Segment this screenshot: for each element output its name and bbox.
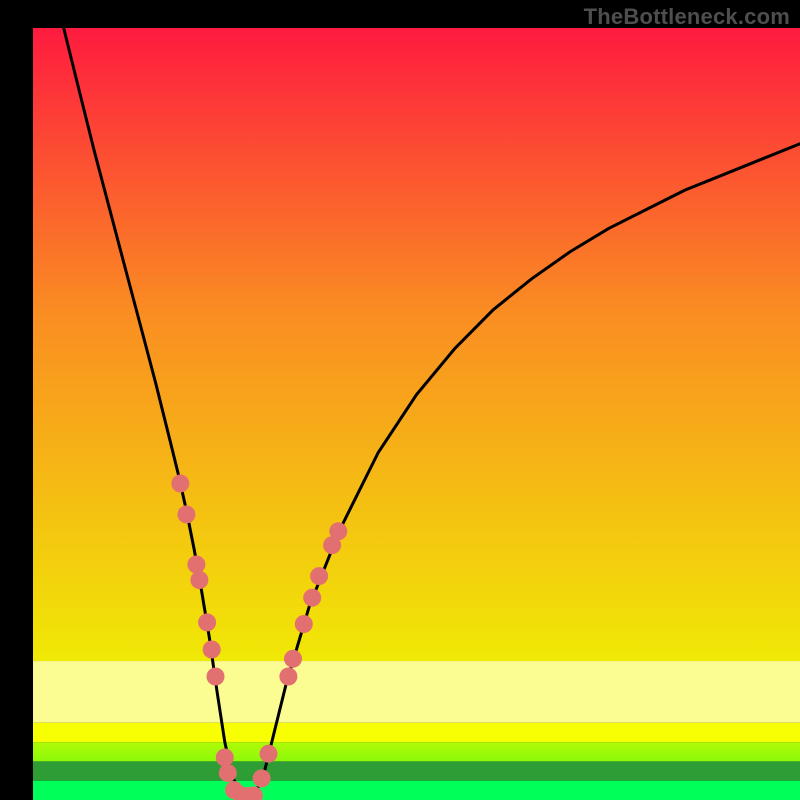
gradient-band-yellow-strip (33, 723, 800, 742)
gradient-band-pale-yellow (33, 661, 800, 723)
chart-frame: TheBottleneck.com (0, 0, 800, 800)
data-marker (253, 769, 271, 787)
gradient-band-red-yellow-top (33, 28, 800, 661)
gradient-band-dark-green (33, 761, 800, 780)
data-marker (171, 475, 189, 493)
plot-area (33, 28, 800, 800)
data-marker (284, 650, 302, 668)
data-marker (216, 749, 234, 767)
data-marker (207, 668, 225, 686)
data-marker (187, 556, 205, 574)
data-marker (329, 522, 347, 540)
bottleneck-chart (0, 0, 800, 800)
data-marker (279, 668, 297, 686)
data-marker (190, 571, 208, 589)
data-marker (303, 589, 321, 607)
watermark-text: TheBottleneck.com (584, 4, 790, 30)
data-marker (198, 613, 216, 631)
data-marker (177, 505, 195, 523)
data-marker (219, 764, 237, 782)
data-marker (260, 745, 278, 763)
gradient-band-bright-green (33, 781, 800, 800)
data-marker (203, 641, 221, 659)
data-marker (310, 567, 328, 585)
data-marker (295, 615, 313, 633)
gradient-band-lime-strip (33, 742, 800, 761)
